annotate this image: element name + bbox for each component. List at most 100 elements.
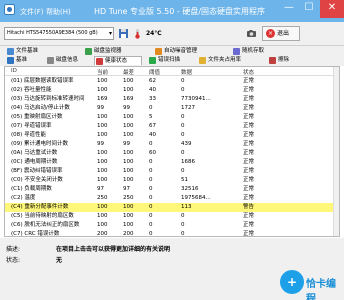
vertical-scrollbar[interactable] <box>333 67 339 236</box>
table-header: ID 当前 最差 阈值 数据 状态 <box>5 67 339 76</box>
cell-current: 97 <box>97 186 104 192</box>
table-row[interactable]: (BF) 震动纠错错误率 100 100 0 0 正常 <box>5 167 339 176</box>
cell-current: 100 <box>97 204 108 210</box>
cell-current: 100 <box>97 159 108 165</box>
column-header-status[interactable]: 状态 <box>243 68 254 76</box>
table-row[interactable]: (C4) 重新分配事件计数 100 100 0 113 警告 <box>5 203 339 212</box>
cell-current: 100 <box>97 87 108 93</box>
menu-file[interactable]: 文件(F) <box>20 7 44 17</box>
cell-status: 正常 <box>243 141 255 147</box>
cell-status: 正常 <box>243 114 255 120</box>
cell-id: (0C) 通电周期计数 <box>11 159 58 165</box>
tab-aam[interactable]: 自动噪音管理 <box>154 47 197 56</box>
cell-status: 正常 <box>243 195 255 201</box>
erase-icon <box>269 57 276 64</box>
table-row[interactable]: (02) 吞吐量性能 100 100 40 0 正常 <box>5 86 339 95</box>
cell-id: (C2) 温度 <box>11 195 36 201</box>
table-row[interactable]: (C2) 温度 250 250 0 1975684... 正常 <box>5 194 339 203</box>
tab-label: 文件夹占用率 <box>208 57 242 63</box>
table-row[interactable]: (01) 底层数据读取错误率 100 100 62 0 正常 <box>5 77 339 86</box>
file-benchmark-icon <box>7 48 14 55</box>
cell-status: 正常 <box>243 132 255 138</box>
table-row[interactable]: (C7) CRC 错误计数 200 200 0 0 正常 <box>5 230 339 237</box>
cell-id: (C7) CRC 错误计数 <box>11 231 60 237</box>
cell-data: 0 <box>181 132 185 138</box>
table-row[interactable]: (C1) 负载周期数 97 97 0 32516 正常 <box>5 185 339 194</box>
table-row[interactable]: (C6) 脱机无法纠正的扇区数 100 100 0 0 正常 <box>5 221 339 230</box>
tab-benchmark[interactable]: 基准 <box>6 56 27 65</box>
cell-status: 正常 <box>243 177 255 183</box>
table-row[interactable]: (09) 累计通电时间计数 99 99 0 439 正常 <box>5 140 339 149</box>
disk-monitor-icon <box>85 48 92 55</box>
table-row[interactable]: (0C) 通电周期计数 100 100 0 1686 正常 <box>5 158 339 167</box>
table-row[interactable]: (04) 马达启动/停止计数 99 99 0 1727 正常 <box>5 104 339 113</box>
tab-random-access[interactable]: 随机存取 <box>232 47 264 56</box>
error-scan-icon <box>149 57 156 64</box>
table-row[interactable]: (03) 马达旋转到标准转速时间 169 169 33 7730941... 正常 <box>5 95 339 104</box>
cell-data: 1727 <box>181 105 195 111</box>
random-access-icon <box>233 48 240 55</box>
save-icon[interactable] <box>118 28 129 39</box>
column-header-data[interactable]: 数据 <box>181 68 192 76</box>
drive-select[interactable]: Hitachi HTS547550A9E384 (500 gB) ▾ <box>4 27 114 40</box>
maximize-button[interactable]: ☐ <box>300 0 318 18</box>
column-header-current[interactable]: 当前 <box>97 68 108 76</box>
health-plus-icon <box>96 58 103 65</box>
watermark: + 恰卡编程 <box>280 268 344 300</box>
drive-select-value: Hitachi HTS547550A9E384 (500 gB) <box>7 30 98 36</box>
tab-file-benchmark[interactable]: 文件基准 <box>6 47 38 56</box>
cell-threshold: 60 <box>149 150 156 156</box>
cell-current: 100 <box>97 213 108 219</box>
cell-threshold: 0 <box>149 231 153 237</box>
cell-current: 100 <box>97 222 108 228</box>
cell-data: 51 <box>181 177 188 183</box>
cell-threshold: 0 <box>149 168 153 174</box>
cell-current: 100 <box>97 150 108 156</box>
cell-data: 0 <box>181 114 185 120</box>
cell-worst: 100 <box>123 177 134 183</box>
cell-id: (04) 马达启动/停止计数 <box>11 105 70 111</box>
chevron-down-icon: ▾ <box>108 30 112 37</box>
camera-icon[interactable] <box>246 28 257 39</box>
exit-icon: × <box>266 29 275 38</box>
tab-label: 磁盘监视器 <box>94 48 122 54</box>
exit-button[interactable]: × 退出 <box>262 26 300 41</box>
cell-data: 0 <box>181 123 185 129</box>
cell-data: 7730941... <box>181 96 211 102</box>
cell-id: (01) 底层数据读取错误率 <box>11 78 74 84</box>
minimize-button[interactable]: — <box>280 0 298 18</box>
cell-data: 0 <box>181 231 185 237</box>
cell-data: 32516 <box>181 186 199 192</box>
tab-error-scan[interactable]: 错误扫描 <box>148 56 180 65</box>
tab-label: 擦除 <box>278 57 290 63</box>
cell-data: 0 <box>181 87 185 93</box>
tab-erase[interactable]: 擦除 <box>268 56 289 65</box>
tab-disk-monitor[interactable]: 磁盘监视器 <box>84 47 122 56</box>
column-header-worst[interactable]: 最差 <box>123 68 134 76</box>
column-header-id[interactable]: ID <box>11 68 17 74</box>
close-button[interactable]: ✕ <box>320 0 344 18</box>
cell-id: (05) 重映射扇区计数 <box>11 114 63 120</box>
cell-id: (02) 吞吐量性能 <box>11 87 52 93</box>
cell-status: 正常 <box>243 168 255 174</box>
cell-id: (C0) 不安全关闭计数 <box>11 177 63 183</box>
speaker-icon <box>155 48 162 55</box>
cell-worst: 100 <box>123 150 134 156</box>
column-header-threshold[interactable]: 阈值 <box>149 68 160 76</box>
cell-data: 0 <box>181 150 185 156</box>
tab-bar: 文件基准 磁盘监视器 自动噪音管理 随机存取 基准 磁盘信息 健康状态 错误扫描… <box>0 46 344 66</box>
cell-threshold: 0 <box>149 186 153 192</box>
table-row[interactable]: (0A) 马达重试计数 100 100 60 0 正常 <box>5 149 339 158</box>
tab-disk-info[interactable]: 磁盘信息 <box>46 56 78 65</box>
table-row[interactable]: (C5) 当前待映射的扇区数 100 100 0 0 正常 <box>5 212 339 221</box>
table-row[interactable]: (08) 寻道性能 100 100 40 0 正常 <box>5 131 339 140</box>
cell-data: 1975684... <box>181 195 211 201</box>
table-row[interactable]: (05) 重映射扇区计数 100 100 5 0 正常 <box>5 113 339 122</box>
cell-threshold: 0 <box>149 204 153 210</box>
table-row[interactable]: (07) 寻道错误率 100 100 67 0 正常 <box>5 122 339 131</box>
menu-help[interactable]: 帮助(H) <box>46 7 71 17</box>
tab-folder-usage[interactable]: 文件夹占用率 <box>198 56 241 65</box>
cell-current: 99 <box>97 105 104 111</box>
tab-health[interactable]: 健康状态 <box>94 56 142 65</box>
table-row[interactable]: (C0) 不安全关闭计数 100 100 0 51 正常 <box>5 176 339 185</box>
